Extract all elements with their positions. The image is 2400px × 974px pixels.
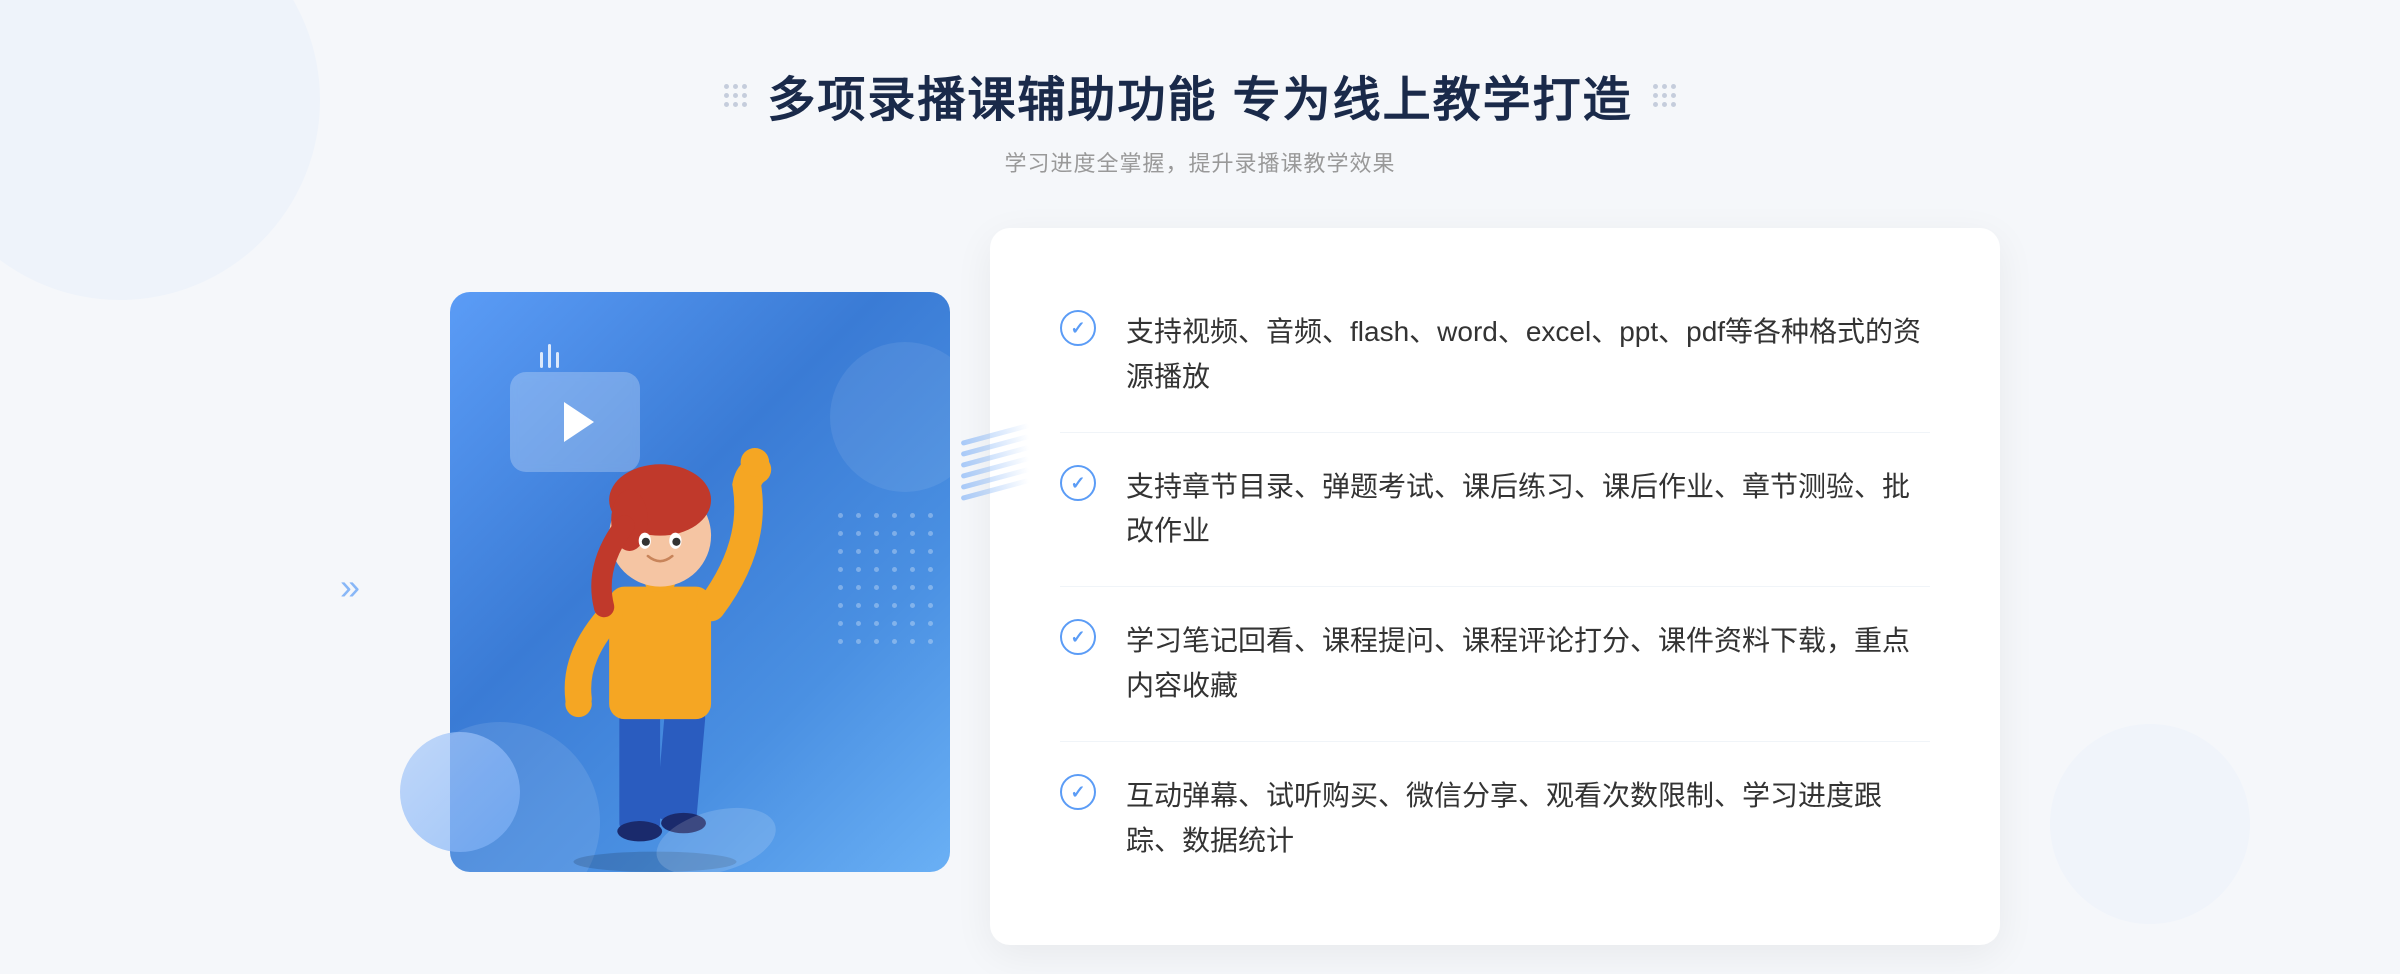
title-deco-left	[724, 84, 747, 107]
feature-item-3: ✓ 学习笔记回看、课程提问、课程评论打分、课件资料下载，重点内容收藏	[1060, 587, 1930, 742]
feature-text-4: 互动弹幕、试听购买、微信分享、观看次数限制、学习进度跟踪、数据统计	[1126, 774, 1930, 864]
subtitle: 学习进度全掌握，提升录播课教学效果	[1004, 146, 1395, 178]
feature-item-1: ✓ 支持视频、音频、flash、word、excel、ppt、pdf等各种格式的…	[1060, 278, 1930, 433]
content-area: »	[400, 228, 2000, 945]
figure-svg	[510, 342, 800, 872]
feature-item-2: ✓ 支持章节目录、弹题考试、课后练习、课后作业、章节测验、批改作业	[1060, 433, 1930, 588]
check-icon-3: ✓	[1060, 619, 1096, 655]
illustration-bg	[450, 292, 950, 872]
feature-item-4: ✓ 互动弹幕、试听购买、微信分享、观看次数限制、学习进度跟踪、数据统计	[1060, 742, 1930, 896]
bg-deco-circle-2	[2050, 724, 2250, 924]
title-deco-right	[1653, 84, 1676, 107]
check-icon-4: ✓	[1060, 774, 1096, 810]
feature-text-1: 支持视频、音频、flash、word、excel、ppt、pdf等各种格式的资源…	[1126, 310, 1930, 400]
illustration-container: »	[400, 262, 1020, 912]
feature-text-2: 支持章节目录、弹题考试、课后练习、课后作业、章节测验、批改作业	[1126, 465, 1930, 555]
bg-deco-circle-1	[0, 0, 320, 300]
header-title-row: 多项录播课辅助功能 专为线上教学打造	[724, 60, 1675, 130]
check-icon-2: ✓	[1060, 465, 1096, 501]
check-icon-1: ✓	[1060, 310, 1096, 346]
page-container: 多项录播课辅助功能 专为线上教学打造 学习进度全掌握，提升录播课教学效果 »	[0, 0, 2400, 974]
main-title: 多项录播课辅助功能 专为线上教学打造	[767, 60, 1632, 130]
feature-text-3: 学习笔记回看、课程提问、课程评论打分、课件资料下载，重点内容收藏	[1126, 619, 1930, 709]
illus-inner-circle-2	[830, 342, 950, 492]
deco-circle-left	[400, 732, 520, 852]
left-arrow-icon: »	[340, 566, 360, 608]
illus-dots-grid	[838, 513, 940, 651]
right-panel: ✓ 支持视频、音频、flash、word、excel、ppt、pdf等各种格式的…	[990, 228, 2000, 945]
stripe-deco	[960, 432, 1030, 492]
header-section: 多项录播课辅助功能 专为线上教学打造 学习进度全掌握，提升录播课教学效果	[724, 60, 1675, 178]
